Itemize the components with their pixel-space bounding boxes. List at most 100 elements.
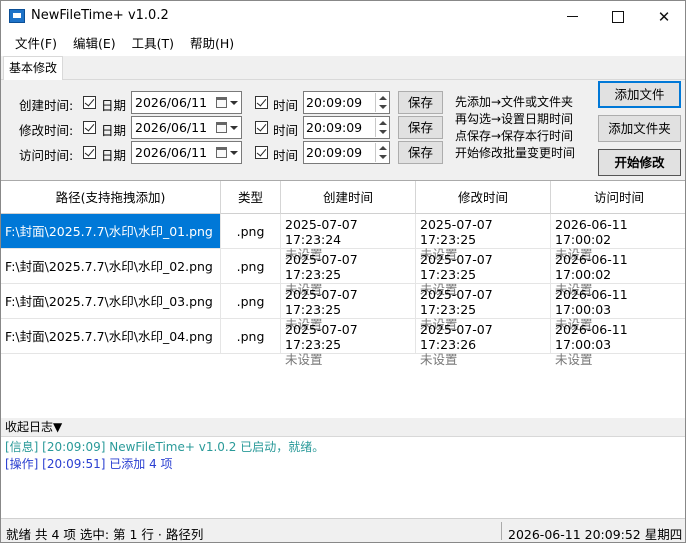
date-checkbox[interactable]: [83, 121, 96, 134]
status-divider: [501, 522, 502, 540]
time-spinner[interactable]: 20:09:09: [303, 141, 390, 164]
cell-accessed[interactable]: 2026-06-11 17:00:02 未设置: [551, 249, 685, 297]
column-header-type[interactable]: 类型: [221, 181, 281, 214]
cell-current: 2025-07-07 17:23:25: [420, 252, 493, 282]
time-checkbox[interactable]: [255, 96, 268, 109]
time-value: 20:09:09: [306, 120, 363, 135]
spin-up-icon: [379, 146, 387, 150]
log-toggle[interactable]: 收起日志▼: [1, 419, 685, 436]
save-button[interactable]: 保存: [398, 141, 443, 164]
cell-current: 2026-06-11 17:00:03: [555, 322, 628, 352]
log-panel: [信息] [20:09:09] NewFileTime+ v1.0.2 已启动，…: [1, 436, 685, 518]
save-button[interactable]: 保存: [398, 91, 443, 114]
cell-path[interactable]: F:\封面\2025.7.7\水印\水印_01.png: [1, 214, 221, 249]
cell-type[interactable]: .png: [221, 284, 281, 319]
cell-type[interactable]: .png: [221, 249, 281, 284]
cell-current: 2026-06-11 17:00:03: [555, 287, 628, 317]
cell-modified[interactable]: 2025-07-07 17:23:25 未设置: [416, 214, 551, 262]
cell-modified[interactable]: 2025-07-07 17:23:26 未设置: [416, 319, 551, 367]
cell-created[interactable]: 2025-07-07 17:23:25 未设置: [281, 319, 416, 367]
table-row[interactable]: F:\封面\2025.7.7\水印\水印_04.png .png 2025-07…: [1, 319, 685, 367]
cell-current: 2025-07-07 17:23:25: [285, 322, 358, 352]
cell-current: 2026-06-11 17:00:02: [555, 217, 628, 247]
status-bar: 就绪 共 4 项 选中: 第 1 行 · 路径列 2026-06-11 20:0…: [1, 518, 685, 542]
time-check-label: 时间: [273, 148, 299, 163]
maximize-button[interactable]: [595, 1, 641, 32]
cell-created[interactable]: 2025-07-07 17:23:25 未设置: [281, 249, 416, 297]
calendar-icon: [216, 147, 227, 158]
cell-current: 2025-07-07 17:23:25: [420, 287, 493, 317]
cell-modified[interactable]: 2025-07-07 17:23:25 未设置: [416, 284, 551, 332]
row-label: 访问时间:: [19, 148, 74, 163]
column-header-created[interactable]: 创建时间: [281, 181, 416, 214]
date-checkbox[interactable]: [83, 146, 96, 159]
time-checkbox[interactable]: [255, 146, 268, 159]
date-picker[interactable]: 2026/06/11: [131, 141, 242, 164]
start-modify-button[interactable]: 开始修改: [598, 149, 681, 176]
date-picker[interactable]: 2026/06/11: [131, 91, 242, 114]
cell-current: 2026-06-11 17:00:02: [555, 252, 628, 282]
table-row[interactable]: F:\封面\2025.7.7\水印\水印_01.png .png 2025-07…: [1, 214, 685, 262]
calendar-icon: [216, 97, 227, 108]
cell-created[interactable]: 2025-07-07 17:23:25 未设置: [281, 284, 416, 332]
column-header-modified[interactable]: 修改时间: [416, 181, 551, 214]
cell-path[interactable]: F:\封面\2025.7.7\水印\水印_04.png: [1, 319, 221, 354]
spin-up-icon: [379, 96, 387, 100]
table-row[interactable]: F:\封面\2025.7.7\水印\水印_03.png .png 2025-07…: [1, 284, 685, 332]
cell-path[interactable]: F:\封面\2025.7.7\水印\水印_03.png: [1, 284, 221, 319]
cell-accessed[interactable]: 2026-06-11 17:00:02 未设置: [551, 214, 685, 262]
cell-current: 2025-07-07 17:23:25: [285, 287, 358, 317]
cell-type[interactable]: .png: [221, 214, 281, 249]
row-label: 创建时间:: [19, 98, 74, 113]
time-settings-panel: 创建时间: 日期 2026/06/11 时间 20:09:09 保存 修改时间:…: [1, 80, 595, 176]
help-line: 点保存→保存本行时间: [455, 129, 574, 143]
file-table: 路径(支持拖拽添加) 类型 创建时间 修改时间 访问时间 F:\封面\2025.…: [1, 180, 685, 418]
time-spinner[interactable]: 20:09:09: [303, 91, 390, 114]
minimize-button[interactable]: [549, 1, 595, 32]
time-checkbox[interactable]: [255, 121, 268, 134]
cell-created[interactable]: 2025-07-07 17:23:24 未设置: [281, 214, 416, 262]
date-checkbox[interactable]: [83, 96, 96, 109]
close-button[interactable]: ✕: [641, 1, 685, 32]
cell-pending: 未设置: [555, 352, 593, 367]
time-spinner[interactable]: 20:09:09: [303, 116, 390, 139]
cell-current: 2025-07-07 17:23:25: [285, 252, 358, 282]
cell-pending: 未设置: [285, 352, 323, 367]
time-check-label: 时间: [273, 98, 299, 113]
title-bar: NewFileTime+ v1.0.2 ✕: [1, 1, 685, 32]
menu-edit[interactable]: 编辑(E): [65, 33, 124, 55]
time-check-label: 时间: [273, 123, 299, 138]
cell-type[interactable]: .png: [221, 319, 281, 354]
cell-pending: 未设置: [420, 352, 458, 367]
chevron-down-icon: [230, 101, 238, 105]
log-line-info: [信息] [20:09:09] NewFileTime+ v1.0.2 已启动，…: [5, 440, 325, 454]
menu-bar: 文件(F) 编辑(E) 工具(T) 帮助(H): [1, 32, 685, 56]
cell-path[interactable]: F:\封面\2025.7.7\水印\水印_02.png: [1, 249, 221, 284]
table-row[interactable]: F:\封面\2025.7.7\水印\水印_02.png .png 2025-07…: [1, 249, 685, 297]
date-picker[interactable]: 2026/06/11: [131, 116, 242, 139]
date-check-label: 日期: [101, 148, 127, 163]
cell-accessed[interactable]: 2026-06-11 17:00:03 未设置: [551, 284, 685, 332]
app-window: NewFileTime+ v1.0.2 ✕ 文件(F) 编辑(E) 工具(T) …: [0, 0, 686, 543]
cell-modified[interactable]: 2025-07-07 17:23:25 未设置: [416, 249, 551, 297]
cell-accessed[interactable]: 2026-06-11 17:00:03 未设置: [551, 319, 685, 367]
log-line-operation: [操作] [20:09:51] 已添加 4 项: [5, 457, 173, 471]
menu-help[interactable]: 帮助(H): [182, 33, 242, 55]
tab-basic[interactable]: 基本修改: [3, 56, 63, 81]
column-header-accessed[interactable]: 访问时间: [551, 181, 685, 214]
save-button[interactable]: 保存: [398, 116, 443, 139]
date-check-label: 日期: [101, 123, 127, 138]
spin-buttons[interactable]: [375, 118, 389, 137]
help-line: 开始修改批量变更时间: [455, 146, 576, 160]
table-header: 路径(支持拖拽添加) 类型 创建时间 修改时间 访问时间: [1, 181, 685, 214]
menu-tools[interactable]: 工具(T): [124, 33, 182, 55]
add-folder-button[interactable]: 添加文件夹: [598, 115, 681, 142]
add-file-button[interactable]: 添加文件: [598, 81, 681, 108]
menu-file[interactable]: 文件(F): [7, 33, 65, 55]
column-header-path[interactable]: 路径(支持拖拽添加): [1, 181, 221, 214]
spin-buttons[interactable]: [375, 143, 389, 162]
calendar-icon: [216, 122, 227, 133]
cell-current: 2025-07-07 17:23:24: [285, 217, 358, 247]
spin-buttons[interactable]: [375, 93, 389, 112]
spin-down-icon: [379, 105, 387, 109]
